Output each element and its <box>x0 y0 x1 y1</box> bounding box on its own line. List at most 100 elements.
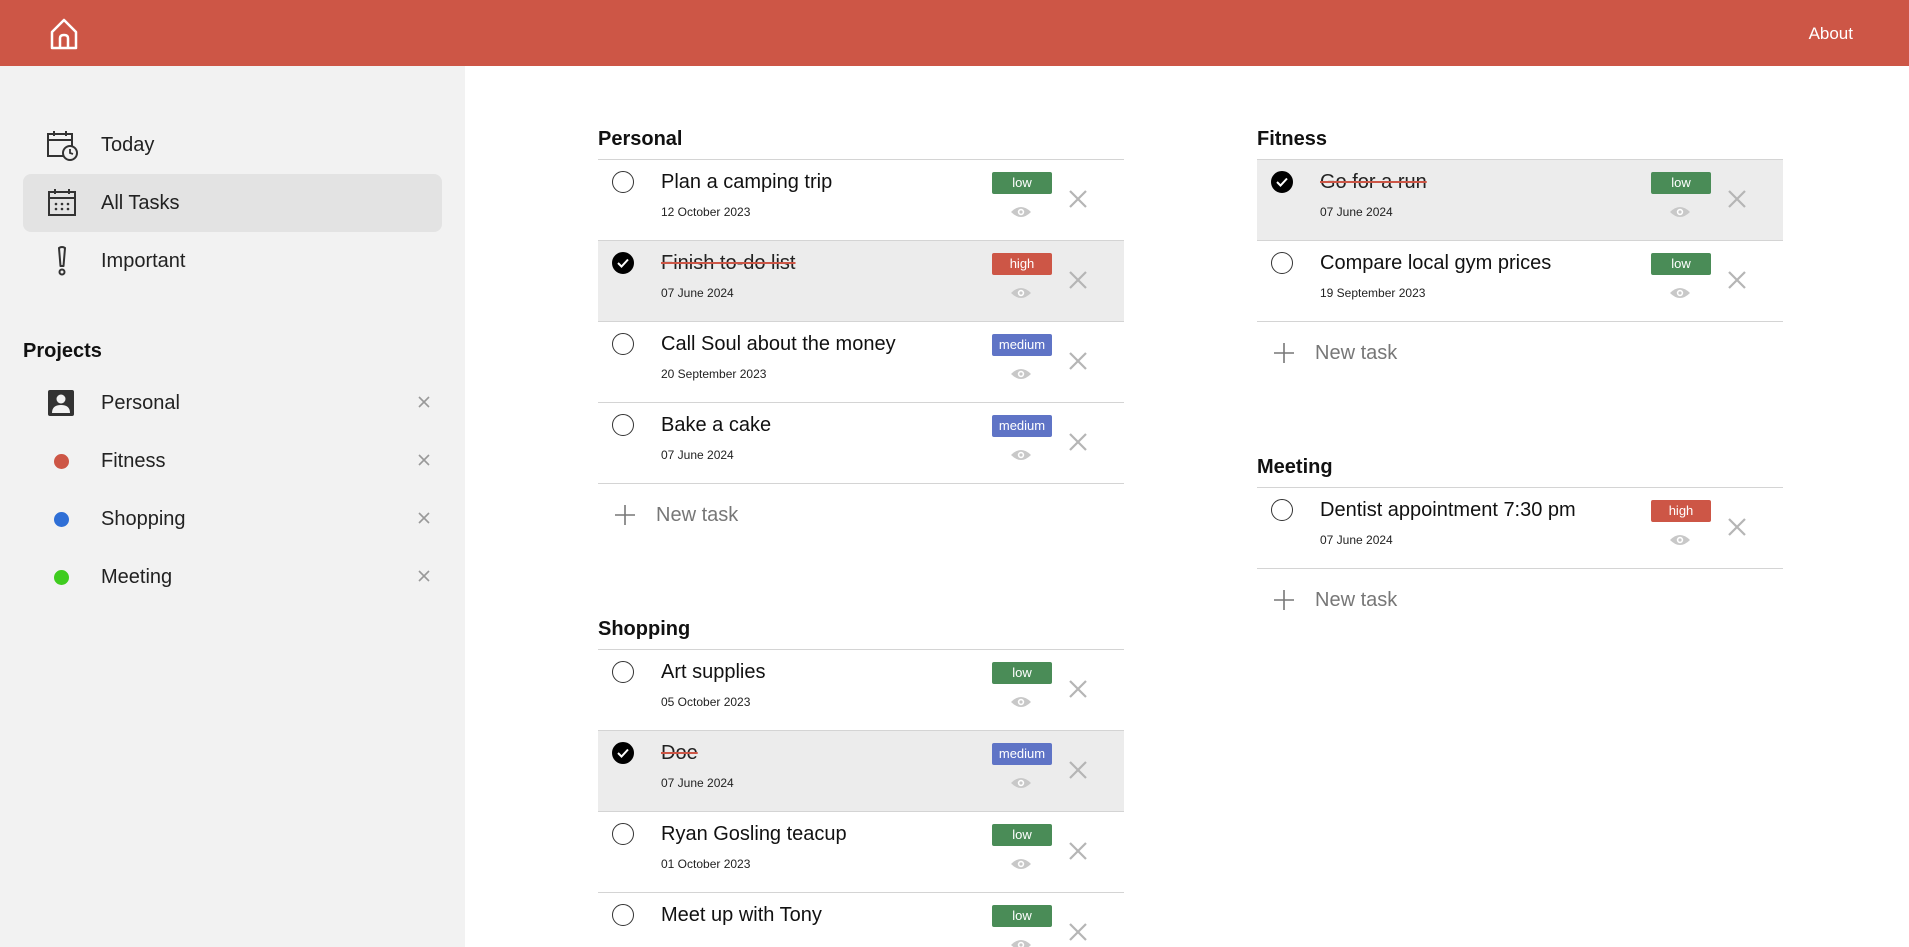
priority-badge: medium <box>992 415 1052 437</box>
new-task-button[interactable]: New task <box>1257 322 1783 384</box>
eye-icon[interactable] <box>1010 775 1032 791</box>
task-date: 07 June 2024 <box>661 286 734 300</box>
task-date: 19 September 2023 <box>1320 286 1426 300</box>
checkbox-circle[interactable] <box>612 333 634 355</box>
exclamation-icon <box>46 245 78 277</box>
project-section-fitness: Fitness Go for a run 07 June 2024 low Compa… <box>1257 124 1783 384</box>
nav-label: Important <box>101 250 186 272</box>
nav-label: All Tasks <box>101 192 180 214</box>
eye-icon[interactable] <box>1669 204 1691 220</box>
task-title: Ryan Gosling teacup <box>661 823 847 845</box>
project-label: Personal <box>101 392 180 414</box>
close-icon[interactable] <box>1726 269 1748 291</box>
close-icon[interactable] <box>415 567 433 585</box>
close-icon[interactable] <box>1067 269 1089 291</box>
eye-icon[interactable] <box>1010 204 1032 220</box>
task-row[interactable]: Dentist appointment 7:30 pm 07 June 2024 h… <box>1257 488 1783 569</box>
eye-icon[interactable] <box>1010 856 1032 872</box>
eye-icon[interactable] <box>1669 532 1691 548</box>
priority-badge: low <box>992 662 1052 684</box>
eye-icon[interactable] <box>1010 447 1032 463</box>
checkbox-circle[interactable] <box>612 661 634 683</box>
priority-badge: high <box>1651 500 1711 522</box>
task-row[interactable]: Go for a run 07 June 2024 low <box>1257 160 1783 241</box>
eye-icon[interactable] <box>1010 366 1032 382</box>
eye-icon[interactable] <box>1010 937 1032 947</box>
task-row[interactable]: Bake a cake 07 June 2024 medium <box>598 403 1124 484</box>
nav-today[interactable]: Today <box>23 116 442 174</box>
checkbox-circle[interactable] <box>612 823 634 845</box>
priority-badge: low <box>1651 172 1711 194</box>
checkbox-circle[interactable] <box>612 171 634 193</box>
close-icon[interactable] <box>1067 678 1089 700</box>
task-row[interactable]: Finish to-do list 07 June 2024 high <box>598 241 1124 322</box>
person-icon <box>46 388 76 418</box>
new-task-label: New task <box>656 504 739 526</box>
task-title: Dentist appointment 7:30 pm <box>1320 499 1576 521</box>
plus-icon <box>1273 342 1295 364</box>
checkbox-circle[interactable] <box>1271 252 1293 274</box>
checkbox-circle[interactable] <box>1271 499 1293 521</box>
task-row[interactable]: Plan a camping trip 12 October 2023 low <box>598 160 1124 241</box>
project-label: Fitness <box>101 450 166 472</box>
task-date: 07 June 2024 <box>1320 205 1393 219</box>
close-icon[interactable] <box>1067 431 1089 453</box>
close-icon[interactable] <box>1067 759 1089 781</box>
task-row[interactable]: Art supplies 05 October 2023 low <box>598 650 1124 731</box>
close-icon[interactable] <box>1067 840 1089 862</box>
checkbox-circle[interactable] <box>612 904 634 926</box>
checked-circle-icon[interactable] <box>1271 171 1293 193</box>
close-icon[interactable] <box>415 509 433 527</box>
project-section-personal: Personal Plan a camping trip 12 October 2… <box>598 124 1124 546</box>
checked-circle-icon[interactable] <box>612 742 634 764</box>
project-item-shopping[interactable]: Shopping <box>23 494 442 544</box>
project-item-personal[interactable]: Personal <box>23 378 442 428</box>
task-date: 01 October 2023 <box>661 857 751 871</box>
close-icon[interactable] <box>1067 188 1089 210</box>
new-task-button[interactable]: New task <box>598 484 1124 546</box>
checkbox-circle[interactable] <box>612 414 634 436</box>
priority-badge: low <box>992 905 1052 927</box>
task-row[interactable]: Meet up with Tony low <box>598 893 1124 947</box>
nav-label: Today <box>101 134 155 156</box>
projects-heading: Projects <box>23 340 102 362</box>
checked-circle-icon[interactable] <box>612 252 634 274</box>
task-date: 05 October 2023 <box>661 695 751 709</box>
home-icon[interactable] <box>44 14 84 54</box>
about-link[interactable]: About <box>1809 24 1853 44</box>
eye-icon[interactable] <box>1669 285 1691 301</box>
task-row[interactable]: Doe 07 June 2024 medium <box>598 731 1124 812</box>
eye-icon[interactable] <box>1010 694 1032 710</box>
task-row[interactable]: Compare local gym prices 19 September 202… <box>1257 241 1783 322</box>
task-title: Meet up with Tony <box>661 904 822 926</box>
priority-badge: high <box>992 253 1052 275</box>
task-title: Go for a run <box>1320 171 1427 193</box>
sidebar: Today All Tasks Important Projects Perso… <box>0 66 465 947</box>
close-icon[interactable] <box>415 451 433 469</box>
new-task-button[interactable]: New task <box>1257 569 1783 631</box>
task-title: Doe <box>661 742 698 764</box>
section-title: Personal <box>598 124 1124 160</box>
project-item-fitness[interactable]: Fitness <box>23 436 442 486</box>
eye-icon[interactable] <box>1010 285 1032 301</box>
close-icon[interactable] <box>1726 516 1748 538</box>
close-icon[interactable] <box>1726 188 1748 210</box>
nav-all-tasks[interactable]: All Tasks <box>23 174 442 232</box>
nav-important[interactable]: Important <box>23 232 442 290</box>
new-task-label: New task <box>1315 342 1398 364</box>
project-section-shopping: Shopping Art supplies 05 October 2023 low D… <box>598 614 1124 947</box>
task-title: Art supplies <box>661 661 766 683</box>
project-label: Shopping <box>101 508 186 530</box>
project-item-meeting[interactable]: Meeting <box>23 552 442 602</box>
task-title: Plan a camping trip <box>661 171 833 193</box>
task-row[interactable]: Call Soul about the money 20 September 20… <box>598 322 1124 403</box>
project-section-meeting: Meeting Dentist appointment 7:30 pm 07 Ju… <box>1257 452 1783 631</box>
task-date: 12 October 2023 <box>661 205 751 219</box>
priority-badge: medium <box>992 743 1052 765</box>
close-icon[interactable] <box>415 393 433 411</box>
task-row[interactable]: Ryan Gosling teacup 01 October 2023 low <box>598 812 1124 893</box>
close-icon[interactable] <box>1067 350 1089 372</box>
section-title: Fitness <box>1257 124 1783 160</box>
close-icon[interactable] <box>1067 921 1089 943</box>
plus-icon <box>1273 589 1295 611</box>
